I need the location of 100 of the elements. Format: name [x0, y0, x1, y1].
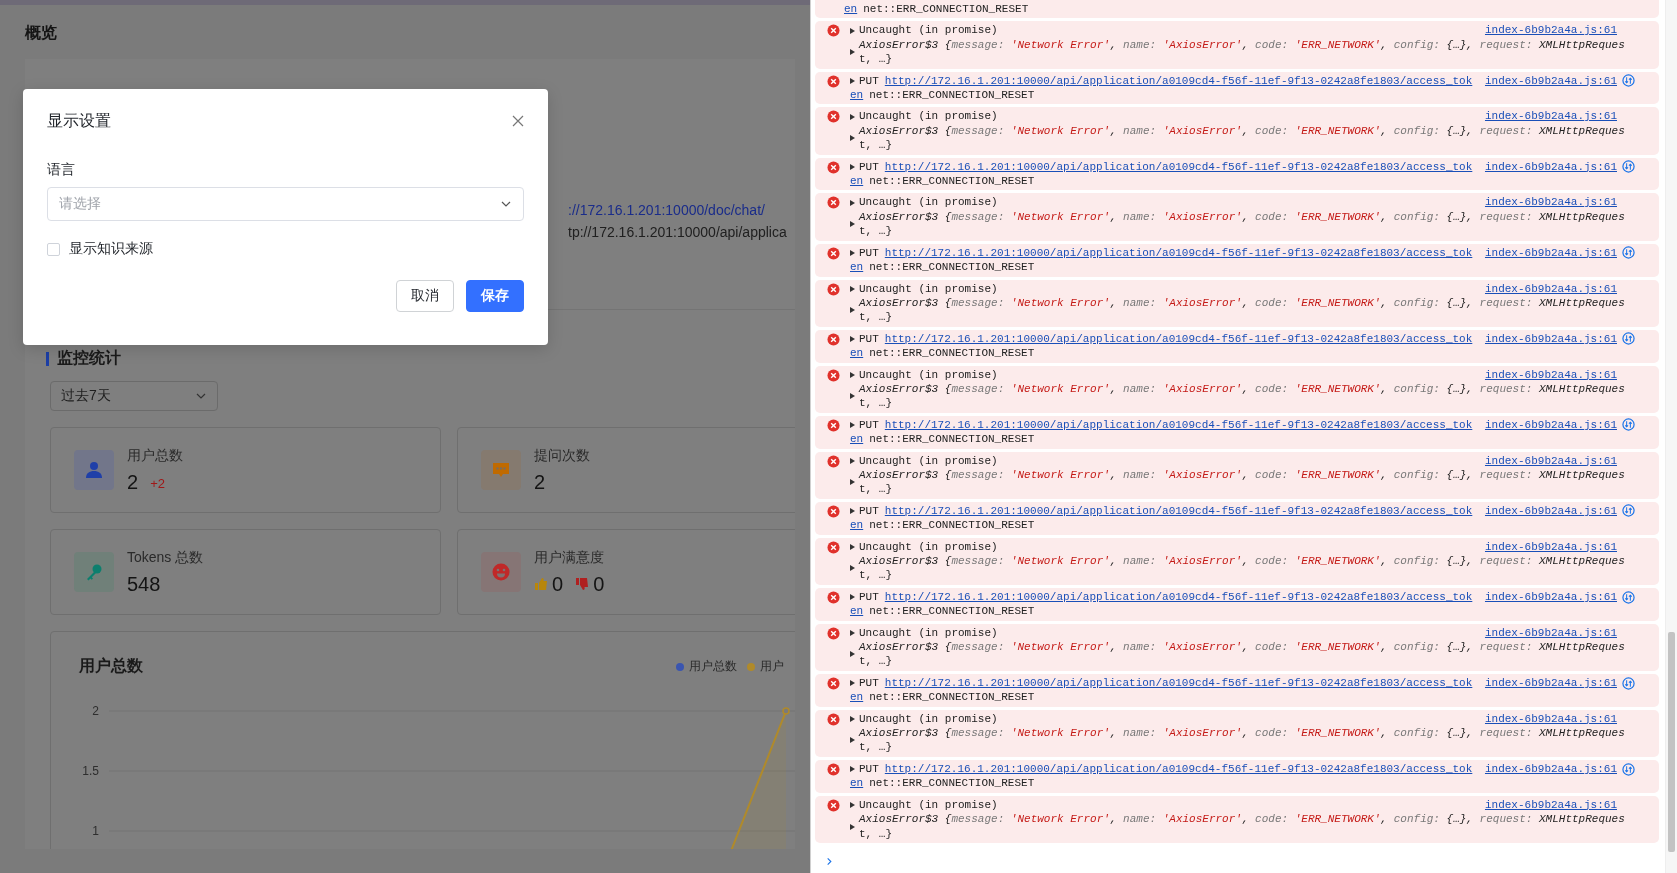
expand-arrow-icon[interactable] [850, 508, 855, 514]
error-object-text: AxiosError$3 {message: 'Network Error', name: 'AxiosError', code: 'ERR_NETWORK', config: {…}, request: XMLHttpReques [859, 467, 1625, 483]
source-link[interactable]: index-6b9b2a4a.js:61 [1484, 417, 1617, 433]
source-link[interactable]: index-6b9b2a4a.js:61 [1484, 539, 1617, 554]
source-link[interactable]: index-6b9b2a4a.js:61 [1484, 761, 1617, 777]
source-link[interactable]: index-6b9b2a4a.js:61 [1484, 711, 1617, 727]
expand-arrow-icon[interactable] [850, 49, 855, 56]
error-icon [827, 74, 840, 88]
url-link[interactable]: en [850, 604, 864, 619]
url-link[interactable]: http://172.16.1.201:10000/api/application/a0109cd4-f56f-11ef-9f13-0242a8fe1803/access_tok [884, 503, 1473, 519]
dialog-title: 显示设置 [47, 110, 111, 131]
expand-arrow-icon[interactable] [850, 27, 855, 34]
url-link[interactable]: http://172.16.1.201:10000/api/application/a0109cd4-f56f-11ef-9f13-0242a8fe1803/access_tok [884, 761, 1473, 777]
url-link[interactable]: en [850, 432, 864, 447]
url-link[interactable]: http://172.16.1.201:10000/api/application/a0109cd4-f56f-11ef-9f13-0242a8fe1803/access_tok [884, 589, 1473, 605]
range-select[interactable]: 过去7天 [50, 381, 218, 411]
url-link[interactable]: en [844, 2, 858, 17]
error-icon [827, 110, 840, 124]
error-icon [827, 540, 840, 554]
expand-arrow-icon[interactable] [850, 199, 855, 206]
expand-arrow-icon[interactable] [850, 307, 855, 314]
url-link[interactable]: en [850, 260, 864, 275]
source-link[interactable]: index-6b9b2a4a.js:61 [1484, 23, 1617, 38]
network-icon [1622, 418, 1635, 432]
url-text: tp://172.16.1.201:10000/api/applica [568, 223, 788, 242]
source-link[interactable]: index-6b9b2a4a.js:61 [1484, 109, 1617, 124]
url-link[interactable]: http://172.16.1.201:10000/api/application/a0109cd4-f56f-11ef-9f13-0242a8fe1803/access_tok [884, 245, 1473, 261]
expand-arrow-icon[interactable] [850, 629, 855, 636]
expand-arrow-icon[interactable] [850, 77, 855, 84]
url-link[interactable]: http://172.16.1.201:10000/api/application/a0109cd4-f56f-11ef-9f13-0242a8fe1803/access_tok [884, 331, 1473, 347]
person-icon [84, 460, 104, 480]
error-text: net::ERR_CONNECTION_RESET [869, 174, 1035, 189]
expand-arrow-icon[interactable] [850, 135, 855, 142]
error-object-text: AxiosError$3 {message: 'Network Error', name: 'AxiosError', code: 'ERR_NETWORK', config: {…}, request: XMLHttpReques [859, 37, 1625, 53]
expand-arrow-icon[interactable] [850, 221, 855, 228]
url-link[interactable]: en [850, 776, 864, 791]
request-method: PUT [859, 417, 879, 433]
url-link[interactable]: en [850, 690, 864, 705]
expand-arrow-icon[interactable] [850, 737, 855, 744]
expand-arrow-icon[interactable] [850, 457, 855, 464]
url-link[interactable]: http://172.16.1.201:10000/api/application/a0109cd4-f56f-11ef-9f13-0242a8fe1803/access_tok [884, 417, 1473, 433]
source-link[interactable]: index-6b9b2a4a.js:61 [1484, 503, 1617, 519]
scrollbar-thumb[interactable] [1668, 632, 1675, 852]
error-object-text: AxiosError$3 {message: 'Network Error', name: 'AxiosError', code: 'ERR_NETWORK', config: {…}, request: XMLHttpReques [859, 209, 1625, 225]
expand-arrow-icon[interactable] [850, 543, 855, 550]
error-object-text: t, …} [859, 740, 892, 755]
expand-arrow-icon[interactable] [850, 285, 855, 292]
source-link[interactable]: index-6b9b2a4a.js:61 [1484, 675, 1617, 691]
source-link[interactable]: index-6b9b2a4a.js:61 [1484, 625, 1617, 641]
url-link[interactable]: http://172.16.1.201:10000/api/application/a0109cd4-f56f-11ef-9f13-0242a8fe1803/access_tok [884, 159, 1473, 175]
url-link[interactable]: en [850, 174, 864, 189]
source-link[interactable]: index-6b9b2a4a.js:61 [1484, 453, 1617, 468]
url-link[interactable]: en [850, 518, 864, 533]
expand-arrow-icon[interactable] [850, 113, 855, 120]
source-link[interactable]: index-6b9b2a4a.js:61 [1484, 367, 1617, 382]
source-link[interactable]: index-6b9b2a4a.js:61 [1484, 331, 1617, 347]
source-link[interactable]: index-6b9b2a4a.js:61 [1484, 195, 1617, 210]
source-link[interactable]: index-6b9b2a4a.js:61 [1484, 589, 1617, 605]
checkbox-label[interactable]: 显示知识来源 [69, 240, 153, 258]
url-link[interactable]: http://172.16.1.201:10000/api/application/a0109cd4-f56f-11ef-9f13-0242a8fe1803/access_tok [884, 73, 1473, 89]
expand-arrow-icon[interactable] [850, 594, 855, 600]
error-object-text: t, …} [859, 396, 892, 411]
source-link[interactable]: index-6b9b2a4a.js:61 [1484, 159, 1617, 175]
error-object-text: t, …} [859, 310, 892, 325]
url-link[interactable]: en [850, 346, 864, 361]
expand-arrow-icon[interactable] [850, 680, 855, 687]
error-icon [827, 282, 840, 296]
expand-arrow-icon[interactable] [850, 249, 855, 256]
expand-arrow-icon[interactable] [850, 479, 855, 486]
stat-value: 2 [534, 470, 546, 494]
expand-arrow-icon[interactable] [850, 393, 855, 400]
cancel-button[interactable]: 取消 [396, 280, 454, 312]
expand-arrow-icon[interactable] [850, 715, 855, 722]
expand-arrow-icon[interactable] [850, 565, 855, 572]
error-object-text: AxiosError$3 {message: 'Network Error', name: 'AxiosError', code: 'ERR_NETWORK', config: {…}, request: XMLHttpReques [859, 812, 1625, 827]
source-link[interactable]: index-6b9b2a4a.js:61 [1484, 73, 1617, 89]
error-object-text: AxiosError$3 {message: 'Network Error', name: 'AxiosError', code: 'ERR_NETWORK', config: {…}, request: XMLHttpReques [859, 123, 1625, 139]
error-text: net::ERR_CONNECTION_RESET [869, 690, 1035, 705]
expand-arrow-icon[interactable] [850, 823, 855, 830]
expand-arrow-icon[interactable] [850, 335, 855, 342]
expand-arrow-icon[interactable] [850, 766, 855, 773]
checkbox[interactable] [47, 242, 60, 256]
error-icon [827, 590, 840, 604]
expand-arrow-icon[interactable] [850, 651, 855, 658]
expand-arrow-icon[interactable] [850, 163, 855, 170]
error-object-text: AxiosError$3 {message: 'Network Error', name: 'AxiosError', code: 'ERR_NETWORK', config: {…}, request: XMLHttpReques [859, 381, 1625, 397]
url-link[interactable]: http://172.16.1.201:10000/api/application/a0109cd4-f56f-11ef-9f13-0242a8fe1803/access_tok [884, 675, 1473, 691]
expand-arrow-icon[interactable] [850, 421, 855, 428]
error-text: Uncaught (in promise) [859, 797, 998, 813]
error-text: net::ERR_CONNECTION_RESET [863, 2, 1029, 17]
error-text: Uncaught (in promise) [859, 367, 998, 382]
request-method: PUT [859, 331, 879, 347]
source-link[interactable]: index-6b9b2a4a.js:61 [1484, 797, 1617, 813]
save-button[interactable]: 保存 [466, 280, 524, 312]
source-link[interactable]: index-6b9b2a4a.js:61 [1484, 281, 1617, 296]
source-link[interactable]: index-6b9b2a4a.js:61 [1484, 245, 1617, 261]
url-link[interactable]: en [850, 88, 864, 103]
error-object-text: AxiosError$3 {message: 'Network Error', name: 'AxiosError', code: 'ERR_NETWORK', config: {…}, request: XMLHttpReques [859, 554, 1625, 569]
expand-arrow-icon[interactable] [850, 371, 855, 378]
expand-arrow-icon[interactable] [850, 801, 855, 808]
